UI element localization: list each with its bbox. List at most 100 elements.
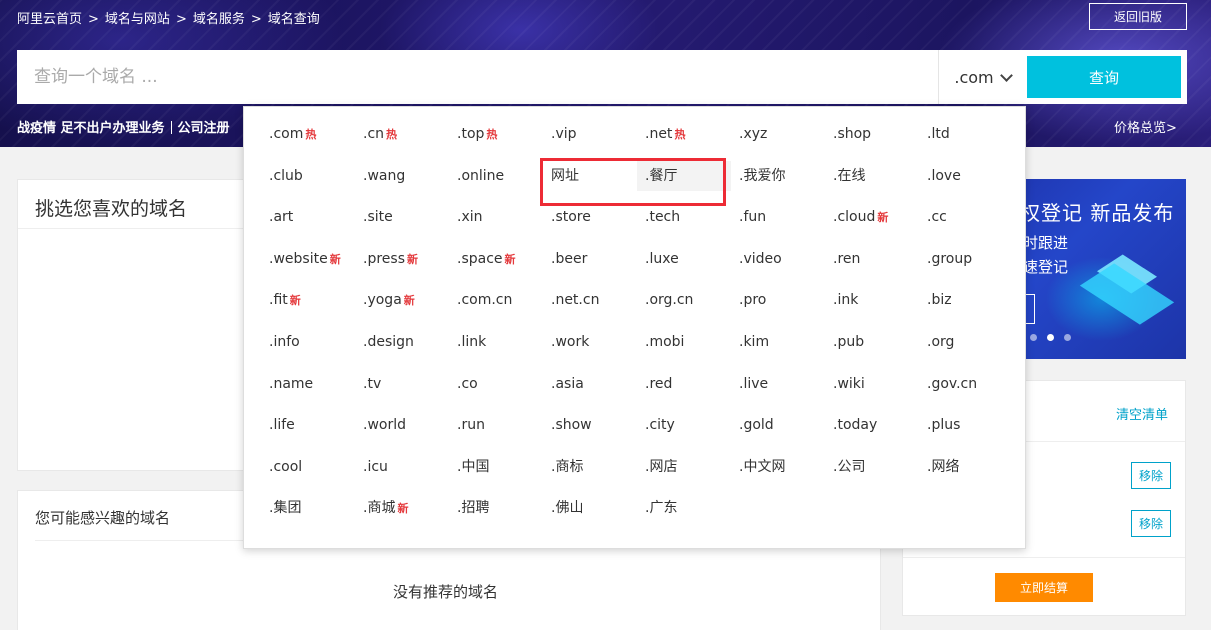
- tld-option[interactable]: .shop: [825, 119, 919, 149]
- tld-option[interactable]: .网络: [919, 452, 1013, 482]
- carousel-dot[interactable]: [1064, 334, 1071, 341]
- tld-option[interactable]: .cc: [919, 202, 1013, 232]
- tld-option[interactable]: .网店: [637, 452, 731, 482]
- tld-option[interactable]: .website 新: [261, 244, 355, 274]
- breadcrumb-item[interactable]: 阿里云首页: [17, 8, 82, 27]
- tld-name: .广东: [645, 500, 678, 517]
- tld-option[interactable]: .cool: [261, 452, 355, 482]
- clear-list-link[interactable]: 清空清单: [1116, 404, 1168, 423]
- tld-option[interactable]: .mobi: [637, 327, 731, 357]
- tld-option[interactable]: .luxe: [637, 244, 731, 274]
- tld-option[interactable]: .red: [637, 369, 731, 399]
- tld-option[interactable]: .icu: [355, 452, 449, 482]
- tld-option[interactable]: .cn 热: [355, 119, 449, 149]
- tld-name: .online: [457, 167, 505, 184]
- tld-option[interactable]: .商城新: [355, 493, 449, 523]
- carousel-dot[interactable]: [1030, 334, 1037, 341]
- tld-option[interactable]: .design: [355, 327, 449, 357]
- tld-option[interactable]: .name: [261, 369, 355, 399]
- tld-option[interactable]: .招聘: [449, 493, 543, 523]
- tld-option[interactable]: .在线: [825, 161, 919, 191]
- tld-option[interactable]: .group: [919, 244, 1013, 274]
- tld-option[interactable]: .中文网: [731, 452, 825, 482]
- carousel-dot-active[interactable]: [1047, 334, 1054, 341]
- tld-option[interactable]: .cloud 新: [825, 202, 919, 232]
- tld-option[interactable]: .gold: [731, 410, 825, 440]
- tld-option[interactable]: .video: [731, 244, 825, 274]
- remove-button[interactable]: 移除: [1131, 510, 1171, 537]
- tld-option[interactable]: .space 新: [449, 244, 543, 274]
- tld-name: .store: [551, 209, 591, 226]
- tld-option[interactable]: .kim: [731, 327, 825, 357]
- tld-option[interactable]: .biz: [919, 285, 1013, 315]
- tld-option[interactable]: .中国: [449, 452, 543, 482]
- tld-option[interactable]: .love: [919, 161, 1013, 191]
- search-button[interactable]: 查询: [1027, 56, 1181, 98]
- tld-option[interactable]: .商标: [543, 452, 637, 482]
- tld-option[interactable]: .net.cn: [543, 285, 637, 315]
- breadcrumb-item[interactable]: 域名服务: [193, 8, 245, 27]
- tld-option[interactable]: .world: [355, 410, 449, 440]
- tld-option[interactable]: .life: [261, 410, 355, 440]
- tld-option[interactable]: .show: [543, 410, 637, 440]
- tld-option[interactable]: .集团: [261, 493, 355, 523]
- tld-option[interactable]: .vip: [543, 119, 637, 149]
- tld-option[interactable]: .pub: [825, 327, 919, 357]
- tld-option[interactable]: .com 热: [261, 119, 355, 149]
- price-overview-link[interactable]: 价格总览>: [1114, 117, 1177, 136]
- tld-option[interactable]: .yoga 新: [355, 285, 449, 315]
- tld-option[interactable]: .store: [543, 202, 637, 232]
- tld-option[interactable]: .today: [825, 410, 919, 440]
- tld-option[interactable]: .net 热: [637, 119, 731, 149]
- tld-option[interactable]: .com.cn: [449, 285, 543, 315]
- tld-option[interactable]: .公司: [825, 452, 919, 482]
- tld-option[interactable]: .online: [449, 161, 543, 191]
- tld-option[interactable]: .fun: [731, 202, 825, 232]
- tld-option[interactable]: .press 新: [355, 244, 449, 274]
- return-old-version-button[interactable]: 返回旧版: [1089, 3, 1187, 30]
- breadcrumb-item[interactable]: 域名与网站: [105, 8, 170, 27]
- tld-option[interactable]: 网址: [543, 161, 637, 191]
- tld-option[interactable]: .co: [449, 369, 543, 399]
- checkout-button[interactable]: 立即结算: [995, 573, 1093, 602]
- tld-option[interactable]: .xin: [449, 202, 543, 232]
- promo-link-company[interactable]: 公司注册: [178, 121, 230, 136]
- tld-option[interactable]: .gov.cn: [919, 369, 1013, 399]
- ad-cta-frame[interactable]: [1026, 294, 1035, 324]
- tld-option[interactable]: .fit 新: [261, 285, 355, 315]
- tld-option[interactable]: .work: [543, 327, 637, 357]
- tld-option[interactable]: .art: [261, 202, 355, 232]
- tld-option[interactable]: .asia: [543, 369, 637, 399]
- suffix-select[interactable]: .com: [938, 50, 1026, 104]
- tld-option[interactable]: .city: [637, 410, 731, 440]
- tld-option[interactable]: .ink: [825, 285, 919, 315]
- tld-option[interactable]: .org.cn: [637, 285, 731, 315]
- tld-option[interactable]: .link: [449, 327, 543, 357]
- tld-option[interactable]: .xyz: [731, 119, 825, 149]
- domain-search-input[interactable]: [17, 50, 937, 104]
- tld-option[interactable]: .org: [919, 327, 1013, 357]
- tld-option[interactable]: .广东: [637, 493, 731, 523]
- tld-option[interactable]: .top 热: [449, 119, 543, 149]
- tld-option[interactable]: .ltd: [919, 119, 1013, 149]
- tld-option[interactable]: .我爱你: [731, 161, 825, 191]
- tld-option[interactable]: .佛山: [543, 493, 637, 523]
- tld-option[interactable]: .pro: [731, 285, 825, 315]
- tld-option[interactable]: .tech: [637, 202, 731, 232]
- tld-option[interactable]: .beer: [543, 244, 637, 274]
- remove-button[interactable]: 移除: [1131, 462, 1171, 489]
- tld-option[interactable]: .wiki: [825, 369, 919, 399]
- tld-option[interactable]: .ren: [825, 244, 919, 274]
- tld-option[interactable]: .run: [449, 410, 543, 440]
- tld-option[interactable]: .plus: [919, 410, 1013, 440]
- tld-option[interactable]: .tv: [355, 369, 449, 399]
- tld-option[interactable]: .info: [261, 327, 355, 357]
- tld-option[interactable]: .live: [731, 369, 825, 399]
- promo-link-epidemic[interactable]: 战疫情 足不出户办理业务: [17, 121, 165, 136]
- tld-option[interactable]: .club: [261, 161, 355, 191]
- tld-option[interactable]: .site: [355, 202, 449, 232]
- tld-option[interactable]: .餐厅: [637, 160, 731, 191]
- ad-headline: 权登记 新品发布: [1020, 201, 1175, 225]
- tld-name: .中文网: [739, 458, 786, 475]
- tld-option[interactable]: .wang: [355, 161, 449, 191]
